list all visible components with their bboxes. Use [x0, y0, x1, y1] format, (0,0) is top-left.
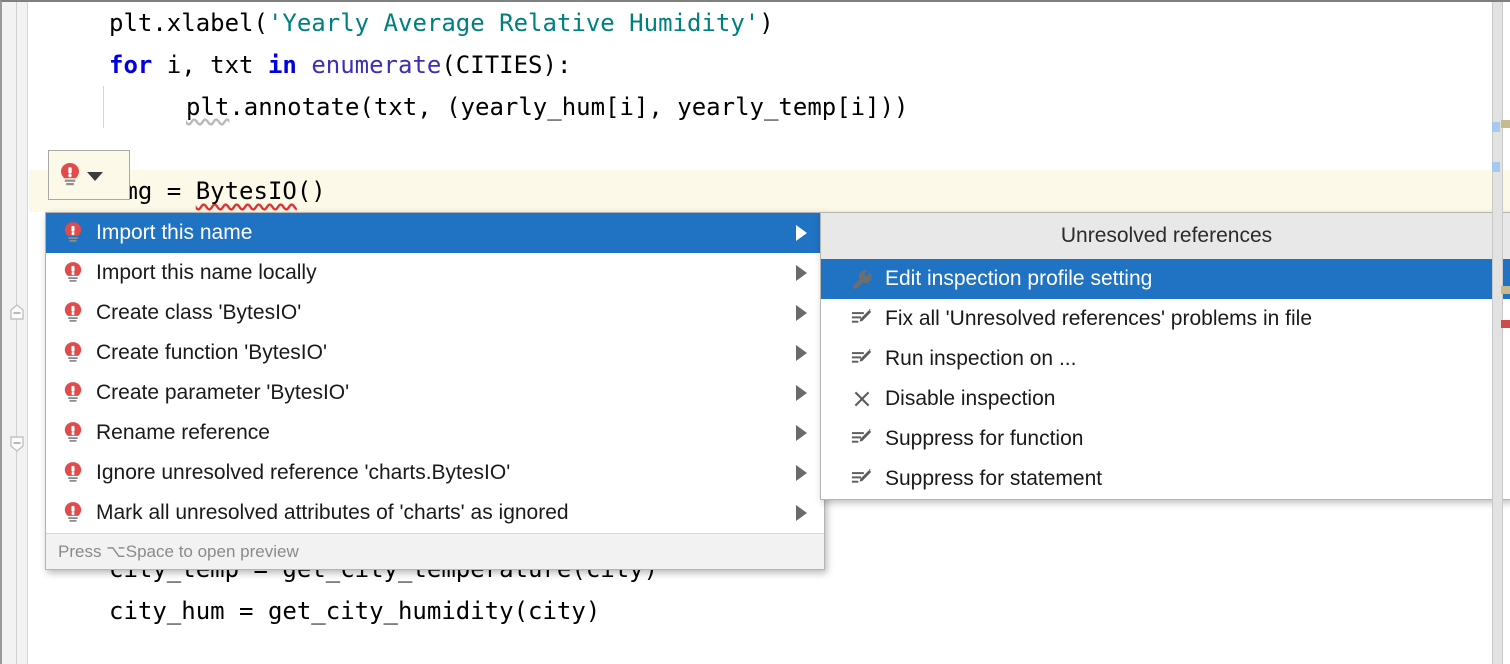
intention-menu-item[interactable]: Create function 'BytesIO' [46, 333, 824, 373]
code-token: plt.xlabel( [109, 9, 268, 37]
code-token: () [297, 177, 326, 205]
code-token: in [268, 51, 297, 79]
chevron-right-icon[interactable] [796, 265, 814, 281]
code-token: (CITIES): [441, 51, 571, 79]
lightbulb-error-icon [60, 261, 86, 285]
chevron-right-icon[interactable] [796, 305, 814, 321]
code-token: for [109, 51, 152, 79]
lightbulb-error-icon [60, 221, 86, 245]
lightbulb-error-icon [59, 162, 81, 188]
intention-menu-item-label: Create class 'BytesIO' [96, 301, 790, 325]
intention-menu-item[interactable]: Rename reference [46, 413, 824, 453]
intention-menu-item-label: Import this name locally [96, 261, 790, 285]
edit-pencil-icon [849, 468, 875, 490]
submenu-item[interactable]: Run inspection on ... [821, 339, 1510, 379]
lightbulb-error-icon [60, 461, 86, 485]
indent-guide [103, 86, 104, 128]
chevron-right-icon[interactable] [796, 505, 814, 521]
intention-menu-item-label: Rename reference [96, 421, 790, 445]
submenu-header: Unresolved references [821, 213, 1510, 259]
edit-pencil-icon [849, 348, 875, 370]
lightbulb-error-icon [60, 501, 86, 525]
submenu-item-label: Suppress for statement [885, 467, 1502, 491]
code-line[interactable]: city_hum = get_city_humidity(city) [29, 590, 600, 632]
submenu-item-label: Run inspection on ... [885, 347, 1502, 371]
intention-menu-item-label: Create function 'BytesIO' [96, 341, 790, 365]
intention-menu-item-label: Import this name [96, 221, 790, 245]
submenu-item-label: Suppress for function [885, 427, 1502, 451]
submenu-list[interactable]: Edit inspection profile setting Fix all '… [821, 259, 1510, 499]
intention-bulb-button[interactable] [48, 150, 130, 200]
lightbulb-error-icon [60, 341, 86, 365]
lightbulb-error-icon [60, 301, 86, 325]
chevron-down-icon[interactable] [87, 172, 103, 181]
submenu-item-label: Edit inspection profile setting [885, 267, 1502, 291]
intention-menu-item-label: Ignore unresolved reference 'charts.Byte… [96, 461, 790, 485]
code-token: i, txt [152, 51, 268, 79]
intention-menu-item-label: Mark all unresolved attributes of 'chart… [96, 501, 790, 525]
code-line-content: for i, txt in enumerate(CITIES): [109, 51, 571, 79]
intention-menu-item[interactable]: Ignore unresolved reference 'charts.Byte… [46, 453, 824, 493]
intention-menu-item-label: Create parameter 'BytesIO' [96, 381, 790, 405]
chevron-right-icon[interactable] [796, 385, 814, 401]
code-fold-marker-icon[interactable] [9, 304, 25, 320]
submenu-item-label: Fix all 'Unresolved references' problems… [885, 307, 1502, 331]
popup-footer-hint: Press ⌥Space to open preview [46, 533, 824, 569]
submenu-item[interactable]: Disable inspection [821, 379, 1510, 419]
submenu-item[interactable]: Suppress for function [821, 419, 1510, 459]
submenu-item[interactable]: Fix all 'Unresolved references' problems… [821, 299, 1510, 339]
code-token: BytesIO [196, 177, 297, 205]
code-fold-marker-icon[interactable] [9, 436, 25, 452]
code-editor[interactable]: plt.xlabel('Yearly Average Relative Humi… [2, 2, 1510, 664]
intention-menu-item[interactable]: Create parameter 'BytesIO' [46, 373, 824, 413]
code-token [297, 51, 311, 79]
code-line-content: img = BytesIO() [109, 177, 326, 205]
ide-editor-window: plt.xlabel('Yearly Average Relative Humi… [0, 0, 1510, 664]
lightbulb-error-icon [60, 381, 86, 405]
intention-menu-item[interactable]: Import this name locally [46, 253, 824, 293]
chevron-right-icon[interactable] [796, 225, 814, 241]
submenu-item[interactable]: Edit inspection profile setting [821, 259, 1510, 299]
code-line[interactable]: img = BytesIO() [29, 170, 1510, 212]
code-line[interactable]: plt.xlabel('Yearly Average Relative Humi… [29, 2, 774, 44]
chevron-right-icon[interactable] [796, 465, 814, 481]
chevron-right-icon[interactable] [796, 425, 814, 441]
submenu-item[interactable]: Suppress for statement [821, 459, 1510, 499]
code-token: plt [186, 93, 229, 121]
code-token: .annotate(txt, (yearly_hum[i], yearly_te… [229, 93, 908, 121]
intentions-list[interactable]: Import this name Import this name locally… [46, 213, 824, 533]
intention-menu-item[interactable]: Mark all unresolved attributes of 'chart… [46, 493, 824, 533]
lightbulb-error-icon [60, 421, 86, 445]
submenu-item-label: Disable inspection [885, 387, 1502, 411]
intentions-popup[interactable]: Import this name Import this name locally… [45, 212, 825, 570]
code-line-content: city_hum = get_city_humidity(city) [109, 597, 600, 625]
intention-menu-item[interactable]: Import this name [46, 213, 824, 253]
code-line[interactable]: for i, txt in enumerate(CITIES): [29, 44, 571, 86]
close-x-icon [849, 388, 875, 410]
editor-gutter[interactable] [2, 2, 28, 664]
gutter-rail [16, 2, 17, 664]
code-line-content: plt.xlabel('Yearly Average Relative Humi… [109, 9, 774, 37]
code-token: city_hum = get_city_humidity(city) [109, 597, 600, 625]
code-token: ) [759, 9, 773, 37]
intention-menu-item[interactable]: Create class 'BytesIO' [46, 293, 824, 333]
code-line[interactable]: plt.annotate(txt, (yearly_hum[i], yearly… [29, 86, 908, 128]
chevron-right-icon[interactable] [796, 345, 814, 361]
code-token: enumerate [311, 51, 441, 79]
code-token: 'Yearly Average Relative Humidity' [268, 9, 759, 37]
wrench-icon [849, 268, 875, 290]
edit-pencil-icon [849, 308, 875, 330]
code-line-content: plt.annotate(txt, (yearly_hum[i], yearly… [186, 93, 908, 121]
edit-pencil-icon [849, 428, 875, 450]
inspection-submenu[interactable]: Unresolved references Edit inspection pr… [820, 212, 1510, 500]
